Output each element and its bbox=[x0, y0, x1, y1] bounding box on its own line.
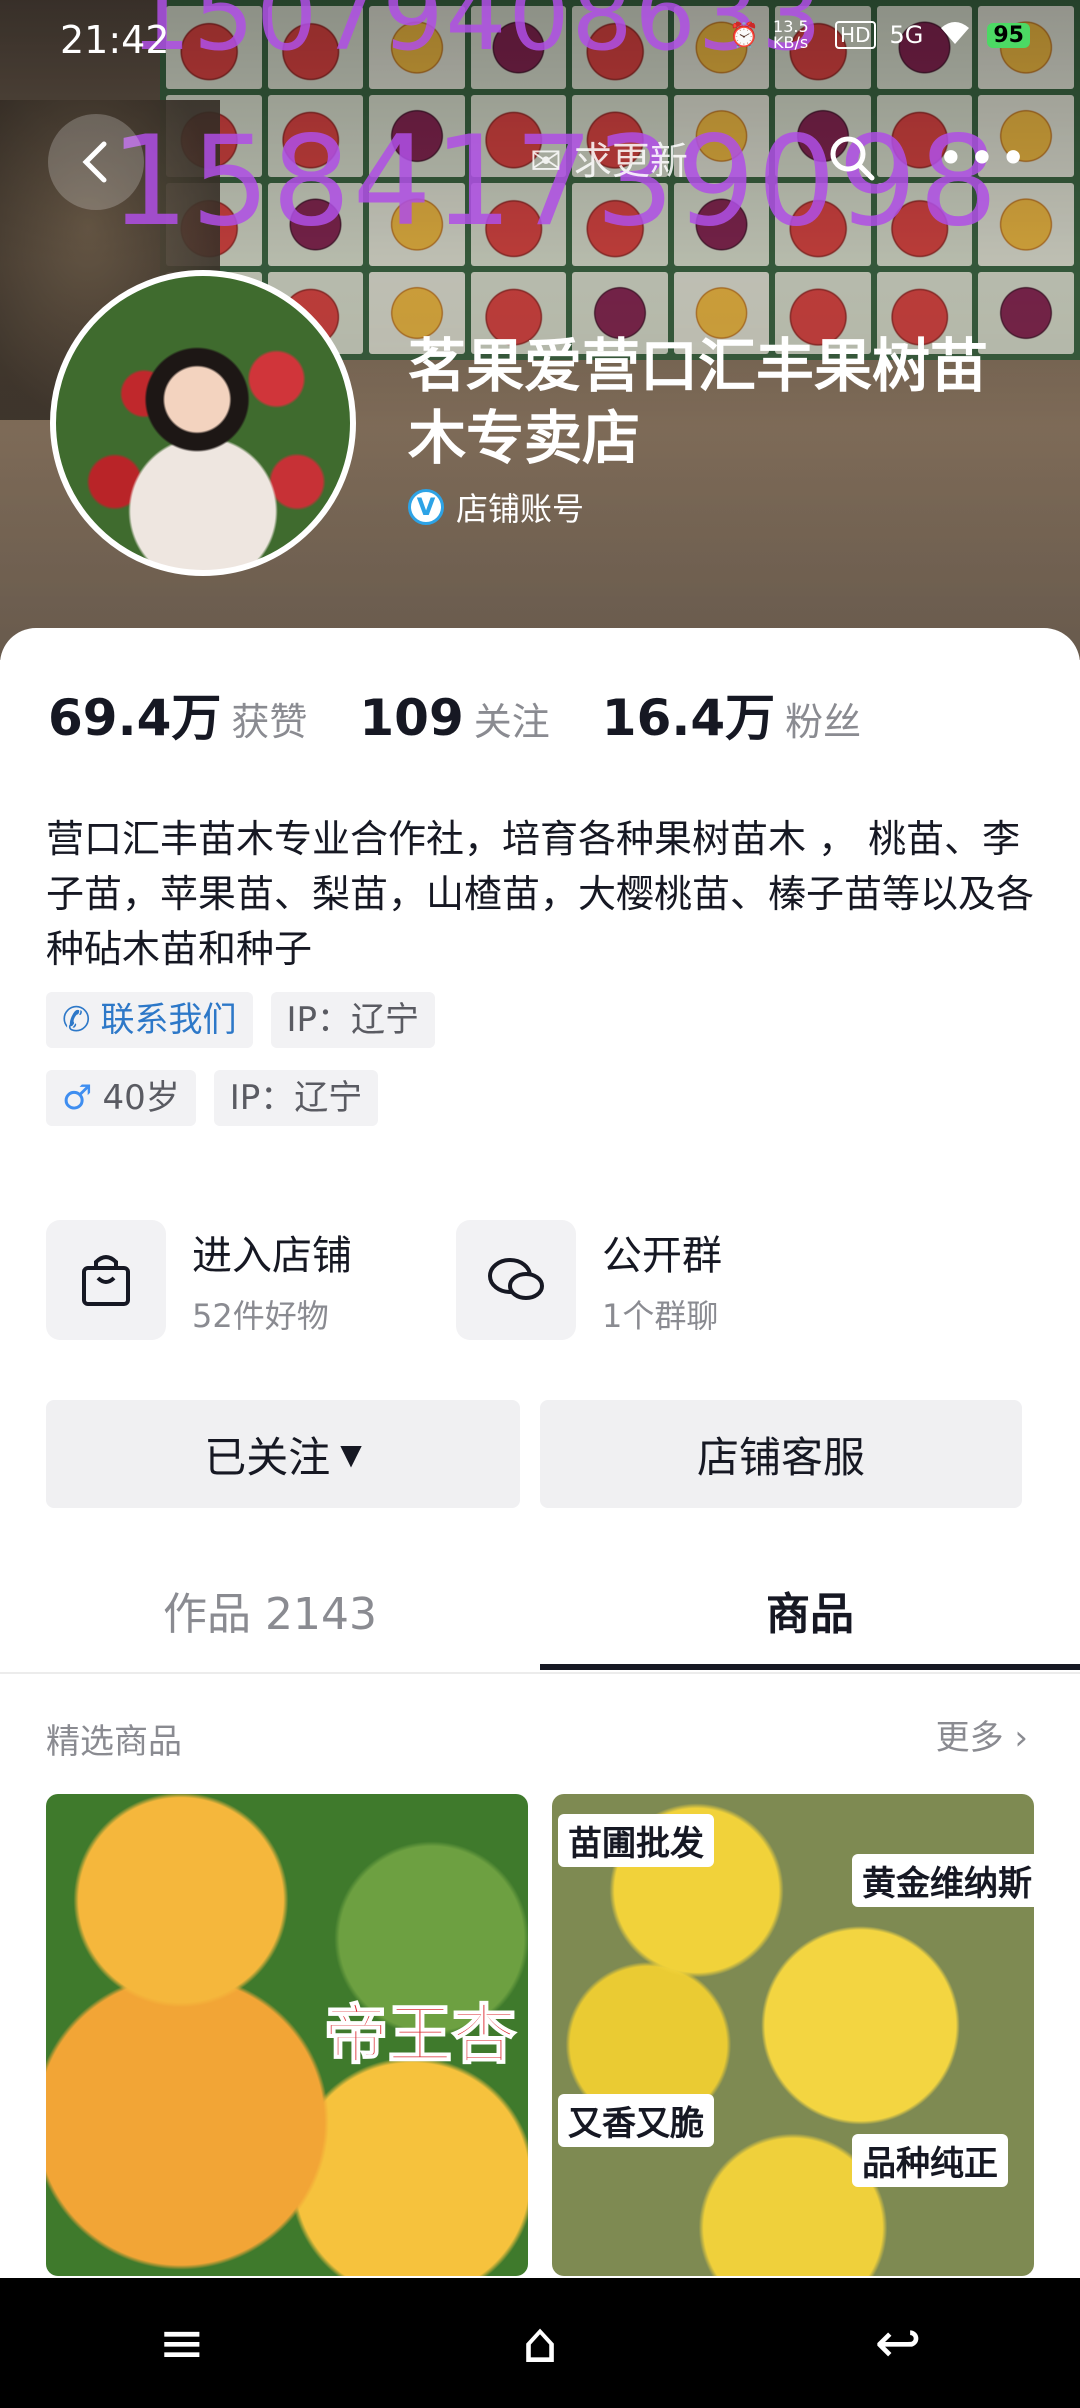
product-card-apricot[interactable]: 帝王杏 bbox=[46, 1794, 528, 2276]
chat-bubbles-icon bbox=[456, 1220, 576, 1340]
caret-down-icon: ▼ bbox=[340, 1437, 362, 1471]
tab-works[interactable]: 作品 2143 bbox=[0, 1548, 540, 1672]
ip-tag: IP：辽宁 bbox=[270, 992, 436, 1048]
featured-goods-title: 精选商品 bbox=[46, 1722, 182, 1762]
enter-shop-title: 进入店铺 bbox=[192, 1233, 352, 1279]
contact-us-tag[interactable]: ✆ 联系我们 bbox=[46, 992, 253, 1048]
menu-icon[interactable]: ≡ bbox=[158, 2311, 205, 2376]
search-icon bbox=[830, 136, 875, 181]
tab-goods[interactable]: 商品 bbox=[540, 1548, 1080, 1672]
phone-icon: ✆ bbox=[62, 1000, 91, 1040]
active-tab-indicator bbox=[540, 1664, 1080, 1670]
more-link[interactable]: 更多 › bbox=[936, 1710, 1028, 1759]
followed-button[interactable]: 已关注 ▼ bbox=[46, 1400, 520, 1508]
wifi-icon bbox=[937, 18, 973, 52]
product-tag: 品种纯正 bbox=[852, 2134, 1008, 2187]
likes-count: 69.4万 bbox=[48, 689, 222, 747]
tag-row-1: ✆ 联系我们 IP：辽宁 bbox=[46, 992, 436, 1048]
enter-shop-entry[interactable]: 进入店铺 52件好物 bbox=[46, 1220, 352, 1340]
verified-badge[interactable]: V 店铺账号 bbox=[408, 484, 584, 530]
status-time: 21:42 bbox=[60, 18, 170, 62]
content-tabs: 作品 2143 商品 bbox=[0, 1548, 1080, 1674]
chevron-right-icon: › bbox=[1014, 1718, 1028, 1758]
public-group-entry[interactable]: 公开群 1个群聊 bbox=[456, 1220, 722, 1340]
hd-icon: HD bbox=[835, 21, 876, 49]
ip-location-tag: IP：辽宁 bbox=[213, 1070, 379, 1126]
product-tag: 苗圃批发 bbox=[558, 1814, 714, 1867]
likes-label: 获赞 bbox=[231, 700, 308, 744]
avatar[interactable] bbox=[50, 270, 356, 576]
home-icon[interactable]: ⌂ bbox=[522, 2311, 558, 2376]
shop-name: 茗果爱营口汇丰果树苗木专卖店 bbox=[408, 332, 989, 472]
followers-label[interactable]: 粉丝 bbox=[785, 691, 861, 746]
alarm-icon: ⏰ bbox=[729, 21, 760, 49]
more-dots-icon: ••• bbox=[937, 131, 1031, 185]
battery-icon: 95 bbox=[987, 22, 1030, 48]
following-count[interactable]: 109 bbox=[359, 689, 463, 747]
bio-text: 营口汇丰苗木专业合作社，培育各种果树苗木 ， 桃苗、李子苗，苹果苗、梨苗，山楂苗… bbox=[46, 817, 1035, 971]
shop-service-button[interactable]: 店铺客服 bbox=[540, 1400, 1022, 1508]
back-button[interactable] bbox=[48, 114, 144, 210]
product-tag: 又香又脆 bbox=[558, 2094, 714, 2147]
stats-row: 69.4万 获赞 109 关注 16.4万 粉丝 bbox=[48, 678, 913, 750]
profile-sheet: 69.4万 获赞 109 关注 16.4万 粉丝 营口汇丰苗木专业合作社，培育各种果树… bbox=[0, 628, 1080, 2278]
verified-label: 店铺账号 bbox=[456, 490, 585, 528]
followers-count[interactable]: 16.4万 bbox=[602, 678, 775, 750]
net-speed: 13.5 KB/s bbox=[773, 17, 809, 52]
product-tag: 黄金维纳斯 bbox=[852, 1854, 1034, 1907]
update-request-button[interactable]: ✉ 求更新 bbox=[530, 130, 688, 185]
search-button[interactable] bbox=[804, 110, 900, 206]
system-nav-bar: ≡ ⌂ ↩ bbox=[0, 2278, 1080, 2408]
public-group-subtitle: 1个群聊 bbox=[602, 1297, 719, 1335]
chevron-left-icon bbox=[82, 141, 107, 183]
male-icon: ♂ bbox=[62, 1078, 93, 1118]
status-bar: 21:42 ⏰ 13.5 KB/s HD 5G 95 bbox=[0, 0, 1080, 80]
more-button[interactable]: ••• bbox=[936, 110, 1032, 206]
back-nav-icon[interactable]: ↩ bbox=[875, 2311, 922, 2376]
public-group-title: 公开群 bbox=[602, 1233, 722, 1279]
product-card-apple[interactable]: 苗圃批发 黄金维纳斯 又香又脆 品种纯正 bbox=[552, 1794, 1034, 2276]
product-overlay-text: 帝王杏 bbox=[323, 1998, 517, 2074]
verified-v-icon: V bbox=[408, 489, 444, 525]
following-label[interactable]: 关注 bbox=[474, 691, 550, 746]
signal-icon: 5G bbox=[889, 21, 924, 49]
enter-shop-subtitle: 52件好物 bbox=[192, 1297, 329, 1335]
gender-age-tag: ♂ 40岁 bbox=[46, 1070, 196, 1126]
shopping-bag-icon bbox=[46, 1220, 166, 1340]
update-icon: ✉ bbox=[530, 139, 574, 183]
tag-row-2: ♂ 40岁 IP：辽宁 bbox=[46, 1070, 379, 1126]
